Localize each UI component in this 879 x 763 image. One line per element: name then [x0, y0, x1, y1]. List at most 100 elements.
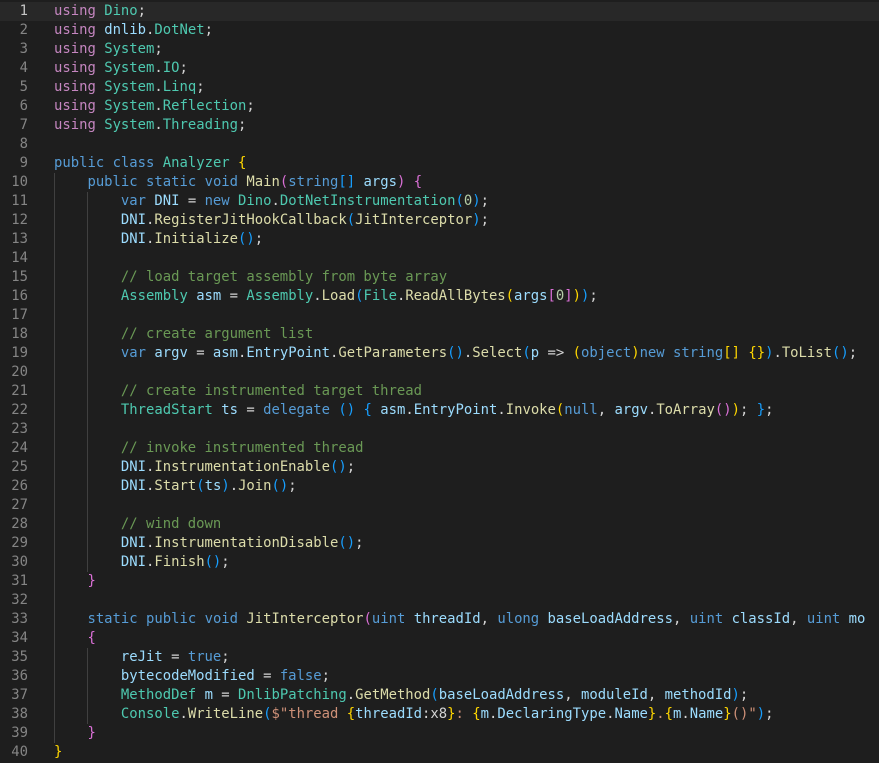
code-token: {}	[748, 345, 766, 361]
code-line[interactable]: 38 Console.WriteLine($"thread {threadId:…	[0, 705, 879, 724]
code-line[interactable]: 36 bytecodeModified = false;	[0, 667, 879, 686]
code-line[interactable]: 22 ThreadStart ts = delegate () { asm.En…	[0, 401, 879, 420]
code-text[interactable]: // load target assembly from byte array	[54, 268, 447, 287]
code-text[interactable]: }	[54, 724, 95, 743]
code-line[interactable]: 37 MethodDef m = DnlibPatching.GetMethod…	[0, 686, 879, 705]
code-editor[interactable]: 1 using Dino; 2 using dnlib.DotNet; 3 using S…	[0, 0, 879, 763]
code-text[interactable]: using System.IO;	[54, 59, 188, 78]
code-text[interactable]: reJit = true;	[54, 648, 230, 667]
code-line[interactable]: 24 // invoke instrumented thread	[0, 439, 879, 458]
code-line[interactable]: 35 reJit = true;	[0, 648, 879, 667]
code-token: Main	[246, 174, 280, 190]
code-line[interactable]: 30 DNI.Finish();	[0, 553, 879, 572]
code-token: }	[87, 573, 96, 589]
code-line[interactable]: 2 using dnlib.DotNet;	[0, 21, 879, 40]
code-text[interactable]: ThreadStart ts = delegate () { asm.Entry…	[54, 401, 774, 420]
code-token: (	[505, 288, 515, 304]
code-text[interactable]: DNI.InstrumentationEnable();	[54, 458, 355, 477]
code-text[interactable]: using Dino;	[54, 2, 146, 21]
code-line[interactable]: 8	[0, 135, 879, 154]
code-text[interactable]: using dnlib.DotNet;	[54, 21, 213, 40]
code-line[interactable]: 29 DNI.InstrumentationDisable();	[0, 534, 879, 553]
code-text[interactable]: MethodDef m = DnlibPatching.GetMethod(ba…	[54, 686, 748, 705]
code-token: Console	[120, 706, 180, 722]
code-line[interactable]: 18 // create argument list	[0, 325, 879, 344]
code-token: (	[522, 345, 531, 361]
code-text[interactable]: var argv = asm.EntryPoint.GetParameters(…	[54, 344, 857, 363]
code-line[interactable]: 31 }	[0, 572, 879, 591]
code-text[interactable]: DNI.InstrumentationDisable();	[54, 534, 364, 553]
code-text[interactable]: public static void Main(string[] args) {	[54, 173, 422, 192]
code-text[interactable]: DNI.Start(ts).Join();	[54, 477, 297, 496]
code-line[interactable]: 3 using System;	[0, 40, 879, 59]
code-line[interactable]: 4 using System.IO;	[0, 59, 879, 78]
code-token: public	[54, 155, 105, 171]
code-text[interactable]: Console.WriteLine($"thread {threadId:x8}…	[54, 705, 774, 724]
code-line[interactable]: 20	[0, 363, 879, 382]
code-text[interactable]: }	[54, 572, 96, 591]
code-line[interactable]: 40}	[0, 743, 879, 762]
code-text[interactable]: // create argument list	[54, 325, 313, 344]
code-token: File	[363, 288, 397, 304]
code-text[interactable]: DNI.Initialize();	[54, 230, 263, 249]
code-line[interactable]: 10 public static void Main(string[] args…	[0, 173, 879, 192]
code-line[interactable]: 5 using System.Linq;	[0, 78, 879, 97]
code-line[interactable]: 6 using System.Reflection;	[0, 97, 879, 116]
code-line[interactable]: 19 var argv = asm. EntryPoint. GetParamete…	[0, 344, 879, 363]
code-text[interactable]: using System.Linq;	[54, 78, 205, 97]
code-token: .	[497, 402, 506, 418]
code-token: .	[463, 345, 473, 361]
code-text[interactable]: // create instrumented target thread	[54, 382, 422, 401]
code-text[interactable]: DNI.Finish();	[54, 553, 230, 572]
code-text[interactable]: var DNI = new Dino.DotNetInstrumentation…	[54, 192, 489, 211]
code-line[interactable]: 28 // wind down	[0, 515, 879, 534]
code-text[interactable]: static public void JitInterceptor(uint t…	[54, 610, 865, 629]
code-line[interactable]: 25 DNI.InstrumentationEnable();	[0, 458, 879, 477]
code-line[interactable]: 16 Assembly asm = Assembly.Load(File.Rea…	[0, 287, 879, 306]
code-token: =	[162, 649, 188, 665]
code-line[interactable]: 14	[0, 249, 879, 268]
code-line[interactable]: 34 {	[0, 629, 879, 648]
code-line[interactable]: 27	[0, 496, 879, 515]
code-text[interactable]: using System.Reflection;	[54, 97, 255, 116]
code-line[interactable]: 12 DNI.RegisterJitHookCallback(JitInterc…	[0, 211, 879, 230]
code-token: ,	[790, 611, 807, 627]
code-token: (	[430, 687, 439, 703]
code-text[interactable]: }	[54, 743, 62, 762]
code-token: reJit	[120, 649, 163, 665]
code-token: ;	[480, 193, 489, 209]
code-token: public	[146, 611, 197, 627]
code-line[interactable]: 1 using Dino;	[0, 2, 879, 21]
code-text[interactable]: // wind down	[54, 515, 221, 534]
code-line[interactable]: 33 static public void JitInterceptor(uin…	[0, 610, 879, 629]
code-token: ,	[597, 402, 615, 418]
code-text[interactable]: // invoke instrumented thread	[54, 439, 364, 458]
code-line[interactable]: 23	[0, 420, 879, 439]
code-line[interactable]: 17	[0, 306, 879, 325]
code-line[interactable]: 26 DNI.Start(ts).Join();	[0, 477, 879, 496]
code-line[interactable]: 32	[0, 591, 879, 610]
code-text[interactable]: Assembly asm = Assembly.Load(File.ReadAl…	[54, 287, 598, 306]
code-text[interactable]: {	[54, 629, 95, 648]
code-line[interactable]: 21 // create instrumented target thread	[0, 382, 879, 401]
code-token: .	[154, 60, 163, 76]
code-line[interactable]: 15 // load target assembly from byte arr…	[0, 268, 879, 287]
line-number: 15	[11, 269, 28, 285]
code-text[interactable]: DNI.RegisterJitHookCallback(JitIntercept…	[54, 211, 489, 230]
code-text[interactable]: using System;	[54, 40, 163, 59]
code-line[interactable]: 11 var DNI = new Dino.DotNetInstrumentat…	[0, 192, 879, 211]
code-token: {	[346, 706, 356, 722]
code-line[interactable]: 9 public class Analyzer {	[0, 154, 879, 173]
code-text[interactable]: public class Analyzer {	[54, 154, 246, 173]
code-line[interactable]: 39 }	[0, 724, 879, 743]
code-line[interactable]: 13 DNI.Initialize();	[0, 230, 879, 249]
code-token: InstrumentationDisable	[154, 535, 339, 551]
code-text[interactable]: bytecodeModified = false;	[54, 667, 330, 686]
code-line[interactable]: 7 using System.Threading;	[0, 116, 879, 135]
code-text[interactable]: using System.Threading;	[54, 116, 246, 135]
